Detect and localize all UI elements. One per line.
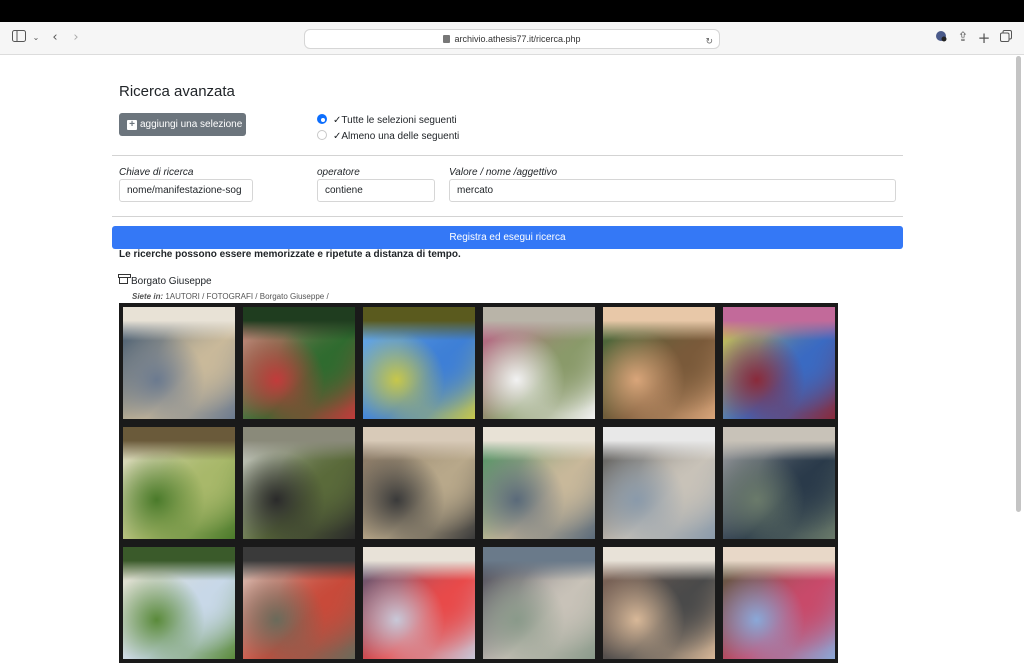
photo-thumbnail[interactable] <box>483 547 595 659</box>
plus-icon: + <box>127 120 137 130</box>
tabs-overview-icon[interactable] <box>998 30 1014 46</box>
archive-box-icon <box>118 274 131 284</box>
share-icon[interactable]: ⇪ <box>955 30 971 46</box>
add-selection-button[interactable]: + aggiungi una selezione <box>119 113 246 136</box>
radio-all-label: Tutte le selezioni seguenti <box>341 115 457 126</box>
operator-select[interactable]: contiene <box>317 179 435 202</box>
photo-thumbnail[interactable] <box>123 547 235 659</box>
info-note: Le ricerche possono essere memorizzate e… <box>119 249 461 260</box>
address-url: archivio.athesis77.it/ricerca.php <box>454 34 581 44</box>
extension-icon[interactable] <box>933 30 949 46</box>
photo-thumbnail[interactable] <box>723 547 835 659</box>
chevron-down-icon[interactable]: ⌄ <box>28 30 44 46</box>
browser-toolbar: ⌄ ‹ › archivio.athesis77.it/ricerca.php … <box>0 22 1024 55</box>
new-tab-icon[interactable]: + <box>976 30 992 46</box>
operator-label: operatore <box>317 167 360 178</box>
divider <box>112 155 903 156</box>
sidebar-toggle-icon[interactable] <box>11 30 27 46</box>
search-key-select[interactable]: nome/manifestazione-sog <box>119 179 253 202</box>
photo-thumbnail[interactable] <box>483 307 595 419</box>
photo-thumbnail[interactable] <box>603 307 715 419</box>
radio-any-label: Almeno una delle seguenti <box>341 131 460 142</box>
address-bar[interactable]: archivio.athesis77.it/ricerca.php ↻ <box>304 29 720 49</box>
value-label: Valore / nome /aggettivo <box>449 167 558 178</box>
photo-thumbnail[interactable] <box>483 427 595 539</box>
photo-thumbnail[interactable] <box>603 427 715 539</box>
radio-any-selection[interactable]: ✓Almeno una delle seguenti <box>317 130 459 144</box>
back-arrow-icon[interactable]: ‹ <box>47 30 63 46</box>
author-name: Borgato Giuseppe <box>131 276 212 287</box>
photo-thumbnail[interactable] <box>363 427 475 539</box>
breadcrumb-prefix: Siete in: <box>132 292 164 301</box>
radio-button-selected[interactable] <box>317 114 327 125</box>
radio-all-selections[interactable]: ✓Tutte le selezioni seguenti <box>317 114 457 128</box>
photo-thumbnail[interactable] <box>363 307 475 419</box>
top-black-bar <box>0 0 1024 22</box>
value-input[interactable]: mercato <box>449 179 896 202</box>
photo-thumbnail[interactable] <box>243 547 355 659</box>
photo-thumbnail[interactable] <box>723 427 835 539</box>
search-key-label: Chiave di ricerca <box>119 167 194 178</box>
author-folder-link[interactable]: Borgato Giuseppe <box>118 274 212 287</box>
reload-icon[interactable]: ↻ <box>705 33 713 51</box>
breadcrumb: Siete in: 1AUTORI / FOTOGRAFI / Borgato … <box>132 292 329 301</box>
forward-arrow-icon[interactable]: › <box>68 30 84 46</box>
divider <box>112 216 903 217</box>
photo-grid <box>119 303 838 663</box>
page-scrollbar[interactable] <box>1016 56 1021 512</box>
photo-thumbnail[interactable] <box>723 307 835 419</box>
add-selection-label: aggiungi una selezione <box>140 119 243 130</box>
photo-thumbnail[interactable] <box>123 307 235 419</box>
photo-thumbnail[interactable] <box>123 427 235 539</box>
breadcrumb-path[interactable]: 1AUTORI / FOTOGRAFI / Borgato Giuseppe / <box>165 292 328 301</box>
save-and-search-button[interactable]: Registra ed esegui ricerca <box>112 226 903 249</box>
photo-thumbnail[interactable] <box>243 307 355 419</box>
photo-thumbnail[interactable] <box>363 547 475 659</box>
lock-icon <box>443 35 451 43</box>
page-title: Ricerca avanzata <box>119 83 235 100</box>
photo-thumbnail[interactable] <box>243 427 355 539</box>
radio-button[interactable] <box>317 130 327 141</box>
photo-thumbnail[interactable] <box>603 547 715 659</box>
